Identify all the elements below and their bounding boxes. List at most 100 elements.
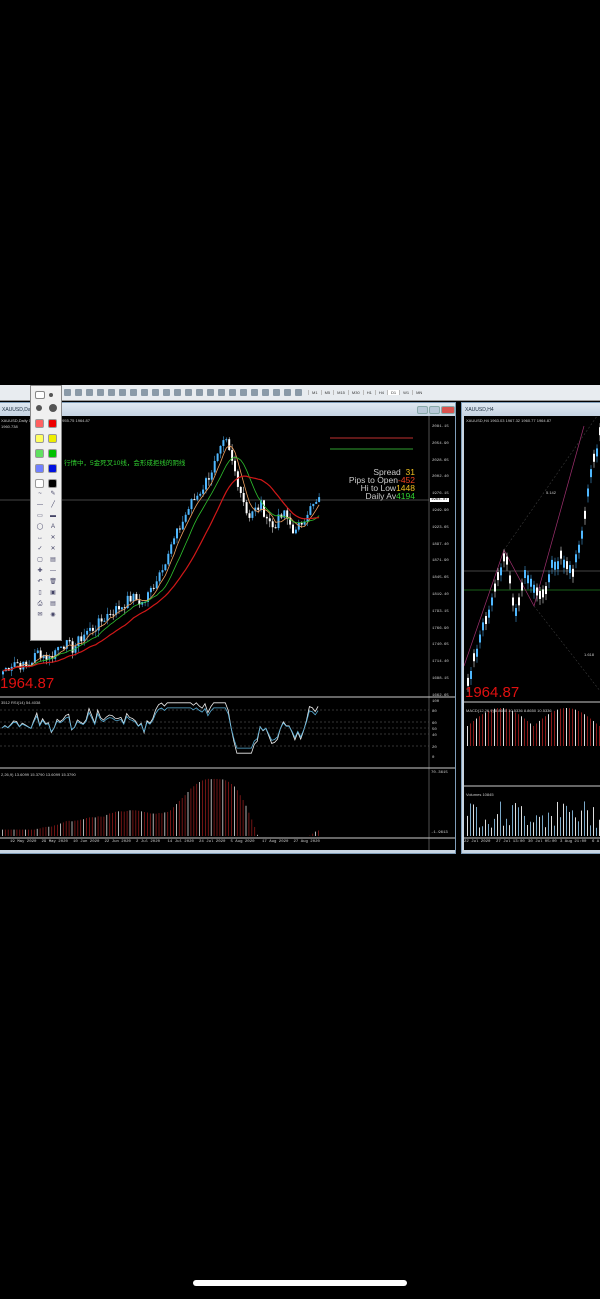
h4-macd-bar <box>521 716 522 746</box>
timeframe-m5[interactable]: M5 <box>320 390 334 395</box>
timeframe-w1[interactable]: W1 <box>399 390 412 395</box>
palette-tool-icon[interactable]: ✓ <box>36 546 44 552</box>
daily-chart-area[interactable]: XAUUSD,Daily 1964.87 1973.45 1955.75 196… <box>0 416 455 850</box>
toolbar-tool-icon[interactable] <box>119 389 126 396</box>
color-swatch[interactable] <box>35 449 44 458</box>
toolbar-tool-icon[interactable] <box>196 389 203 396</box>
toolbar-tool-icon[interactable] <box>75 389 82 396</box>
toolbar-tool-icon[interactable] <box>229 389 236 396</box>
toolbar-tool-icon[interactable] <box>130 389 137 396</box>
palette-tool-icon[interactable]: ▯ <box>36 590 44 596</box>
palette-tool-icon[interactable]: — <box>49 568 57 574</box>
palette-tool-icon[interactable]: ▤ <box>49 601 57 607</box>
toolbar-tool-icon[interactable] <box>284 389 291 396</box>
volume-bar <box>509 825 510 836</box>
timeframe-h4[interactable]: H4 <box>374 390 387 395</box>
palette-tool-icon[interactable]: ◉ <box>49 612 57 618</box>
h4-candle-body <box>488 609 490 618</box>
volume-bar <box>527 825 528 836</box>
color-swatch[interactable] <box>35 434 44 443</box>
color-swatch[interactable] <box>48 479 57 488</box>
toolbar-tool-icon[interactable] <box>152 389 159 396</box>
toolbar-tool-icon[interactable] <box>163 389 170 396</box>
price-axis-label: 1923.65 <box>432 525 449 530</box>
h4-candle-body <box>545 586 547 595</box>
palette-tool-icon[interactable]: ⎙ <box>36 601 44 607</box>
toolbar-tool-icon[interactable] <box>108 389 115 396</box>
timeframe-m1[interactable]: M1 <box>308 390 321 395</box>
toolbar-tool-icon[interactable] <box>97 389 104 396</box>
volumes-label: Volumes 10845 <box>466 792 494 797</box>
minimize-button[interactable] <box>417 405 428 414</box>
color-swatch[interactable] <box>48 434 57 443</box>
palette-tool-icon[interactable]: ◯ <box>36 524 44 530</box>
palette-tool-icon[interactable]: ↶ <box>36 579 44 585</box>
palette-tool-icon[interactable]: ✎ <box>49 491 57 497</box>
toolbar-tool-icon[interactable] <box>273 389 280 396</box>
color-swatch[interactable] <box>48 419 57 428</box>
timeframe-d1[interactable]: D1 <box>386 390 400 395</box>
palette-tool-icon[interactable]: ✕ <box>49 535 57 541</box>
h4-macd-bar <box>533 725 534 746</box>
h4-macd-bar <box>560 708 561 746</box>
timeframe-m15[interactable]: M15 <box>333 390 348 395</box>
palette-tool-icon[interactable]: ▣ <box>49 590 57 596</box>
price-axis-label: 1793.15 <box>432 609 449 614</box>
drawing-palette[interactable]: ~ ✎ — ╱ ▭ ▬ ◯ A ↔ ✕ ✓ ✕ ▢ ▤ ✚ — ↶ 🗑 ▯ ▣ ⎙ ▤ ✉ ◉ <box>30 385 62 641</box>
macd-bar <box>86 818 87 836</box>
timeframe-mn[interactable]: MN <box>412 390 425 395</box>
toolbar-tool-icon[interactable] <box>86 389 93 396</box>
toolbar-tool-icon[interactable] <box>262 389 269 396</box>
palette-tool-icon[interactable]: ▢ <box>36 557 44 563</box>
volume-bar <box>563 803 564 836</box>
toolbar-tool-icon[interactable] <box>141 389 148 396</box>
color-swatch[interactable] <box>35 464 44 473</box>
palette-tool-icon[interactable]: ▬ <box>49 513 57 519</box>
macd-bar <box>2 829 3 836</box>
palette-tool-icon[interactable]: ✉ <box>36 612 44 618</box>
candle-body <box>234 460 236 472</box>
h4-candle-body <box>533 584 535 593</box>
palette-tool-icon[interactable]: A <box>49 524 57 530</box>
toolbar-tool-icon[interactable] <box>295 389 302 396</box>
candle-body <box>257 507 260 510</box>
toolbar-tool-icon[interactable] <box>251 389 258 396</box>
macd-bar <box>210 779 212 836</box>
palette-tool-icon[interactable]: — <box>36 502 44 508</box>
toolbar-tool-icon[interactable] <box>64 389 71 396</box>
color-swatch[interactable] <box>48 449 57 458</box>
palette-tool-icon[interactable]: 🗑 <box>49 579 57 585</box>
timeframe-m30[interactable]: M30 <box>347 390 363 395</box>
h4-macd-bar <box>503 708 504 746</box>
h4-candle-body <box>584 510 586 519</box>
color-swatch[interactable] <box>48 464 57 473</box>
palette-tool-icon[interactable]: ▭ <box>36 513 44 519</box>
home-indicator[interactable] <box>193 1280 407 1286</box>
palette-tool-icon[interactable]: ✚ <box>36 568 44 574</box>
color-swatch[interactable] <box>35 479 44 488</box>
macd-bar <box>225 780 227 836</box>
toolbar-tool-icon[interactable] <box>240 389 247 396</box>
palette-tool-icon[interactable]: ╱ <box>49 502 57 508</box>
palette-size-dot[interactable] <box>49 393 53 397</box>
h4-candle-body <box>500 567 502 576</box>
toolbar-tool-icon[interactable] <box>218 389 225 396</box>
palette-size-small[interactable] <box>35 391 45 399</box>
palette-tool-icon[interactable]: ✕ <box>49 546 57 552</box>
h4-chart-area[interactable]: XAUUSD,H4 1963.03 1967.32 1960.77 1964.8… <box>464 416 600 850</box>
toolbar-tool-icon[interactable] <box>174 389 181 396</box>
candle-body <box>16 662 19 664</box>
palette-tool-icon[interactable]: ~ <box>36 491 44 497</box>
palette-size-medium[interactable] <box>36 405 42 411</box>
toolbar-tool-icon[interactable] <box>207 389 214 396</box>
timeframe-h1[interactable]: H1 <box>362 390 375 395</box>
palette-size-large[interactable] <box>49 404 57 412</box>
toolbar-tool-icon[interactable] <box>185 389 192 396</box>
rsi-axis-label: 20 <box>432 746 437 750</box>
close-button[interactable] <box>441 405 455 414</box>
palette-tool-icon[interactable]: ↔ <box>36 535 44 541</box>
palette-tool-icon[interactable]: ▤ <box>49 557 57 563</box>
color-swatch[interactable] <box>35 419 44 428</box>
h4-macd-bar <box>581 712 582 746</box>
maximize-button[interactable] <box>429 405 440 414</box>
